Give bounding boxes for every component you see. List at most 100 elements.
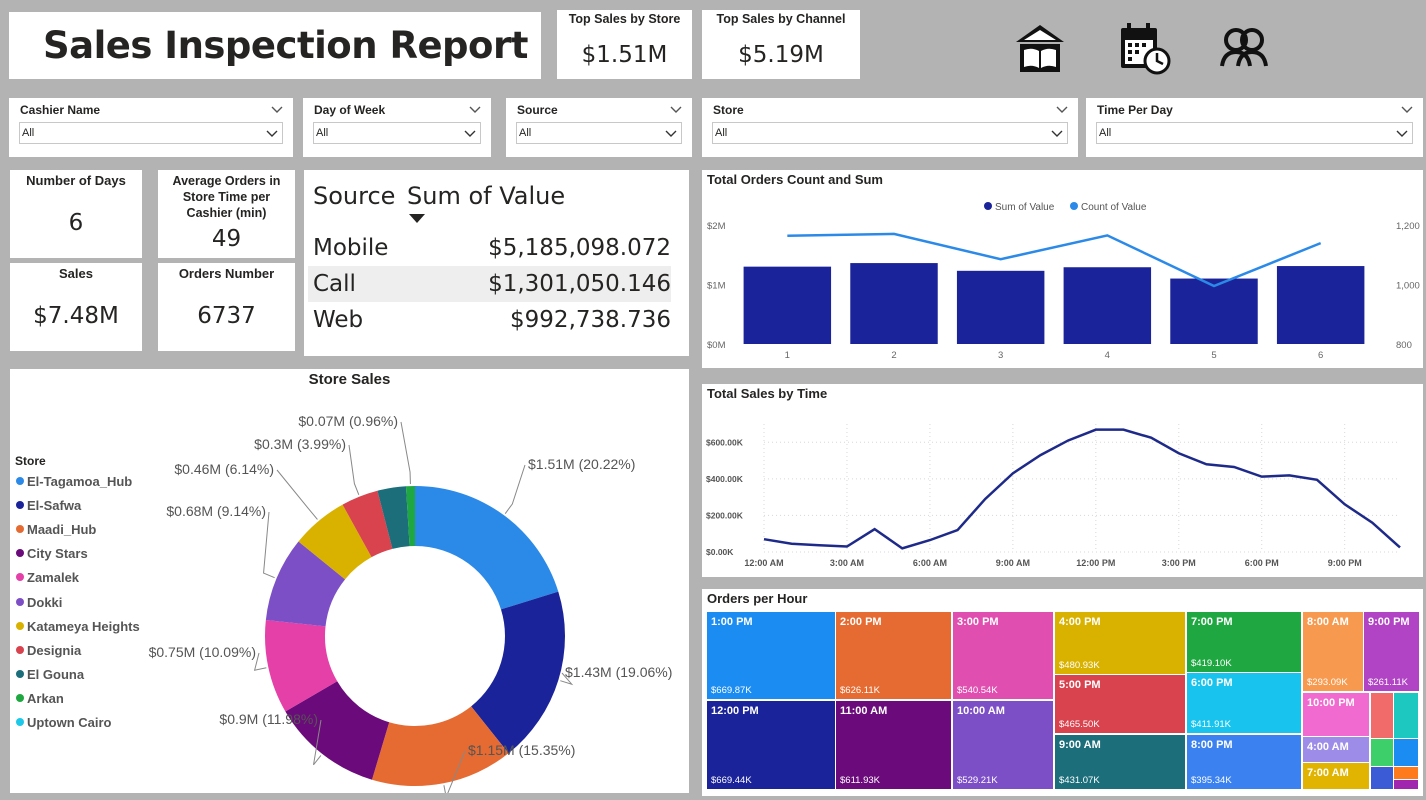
column-header-source[interactable]: Source xyxy=(313,182,395,210)
slicer-dropdown[interactable]: All xyxy=(313,122,481,144)
top-sales-channel-card: Top Sales by Channel $5.19M xyxy=(702,10,860,79)
treemap-cell[interactable] xyxy=(1394,767,1418,779)
sort-desc-icon[interactable] xyxy=(408,213,426,225)
treemap-cell[interactable]: 7:00 AM xyxy=(1303,763,1369,789)
y-tick-label: $600.00K xyxy=(706,437,744,447)
treemap-cell[interactable]: 12:00 PM $669.44K xyxy=(707,701,835,789)
treemap-cell[interactable]: 4:00 PM $480.93K xyxy=(1055,612,1185,674)
table-cell-source: Call xyxy=(313,271,356,297)
slicer-cashier-name[interactable]: Cashier Name All xyxy=(9,98,293,157)
y-tick-label: $0.00K xyxy=(706,547,734,557)
report-title-card: Sales Inspection Report xyxy=(9,12,541,79)
treemap-cell[interactable]: 9:00 AM $431.07K xyxy=(1055,735,1185,789)
treemap-cell[interactable]: 11:00 AM $611.93K xyxy=(836,701,951,789)
treemap-cell-label: 3:00 PM xyxy=(957,616,999,628)
y2-tick-label: 1,200 xyxy=(1396,221,1420,232)
treemap-cell[interactable]: 2:00 PM $626.11K xyxy=(836,612,951,699)
treemap-cell-label: 9:00 PM xyxy=(1368,616,1410,628)
treemap-cell[interactable] xyxy=(1371,739,1393,766)
treemap-cell-label: 7:00 PM xyxy=(1191,616,1233,628)
treemap-cell[interactable]: 9:00 PM $261.11K xyxy=(1364,612,1419,691)
slicer-dropdown[interactable]: All xyxy=(19,122,283,144)
bar xyxy=(743,266,832,344)
slicer-value: All xyxy=(22,127,35,139)
treemap-cell-label: 6:00 PM xyxy=(1191,677,1233,689)
slicer-label: Day of Week xyxy=(314,103,386,117)
treemap-cell-label: 4:00 PM xyxy=(1059,616,1101,628)
leader-line xyxy=(400,421,411,485)
x-tick-label: 5 xyxy=(1211,350,1216,361)
treemap-cell[interactable]: 8:00 PM $395.34K xyxy=(1187,735,1301,789)
calendar-clock-icon[interactable] xyxy=(1116,20,1172,76)
combo-chart-svg[interactable]: Sum of Value Count of Value $0M $1M $2M 800 1,… xyxy=(702,170,1423,368)
treemap-cell[interactable]: 5:00 PM $465.50K xyxy=(1055,675,1185,733)
treemap-cell[interactable]: 7:00 PM $419.10K xyxy=(1187,612,1301,672)
treemap-cell[interactable]: 10:00 AM $529.21K xyxy=(953,701,1053,789)
top-sales-store-value: $1.51M xyxy=(581,42,668,68)
treemap-cell[interactable]: 1:00 PM $669.87K xyxy=(707,612,835,699)
kpi-label: Sales xyxy=(59,266,93,281)
home-book-icon[interactable] xyxy=(1012,20,1068,76)
slicer-value: All xyxy=(316,127,329,139)
treemap-cell[interactable] xyxy=(1394,739,1418,766)
donut-slice xyxy=(415,486,559,610)
treemap-cell-value: $395.34K xyxy=(1191,775,1232,786)
treemap-cell-value: $669.87K xyxy=(711,685,752,696)
y-tick-label: $2M xyxy=(707,221,726,232)
treemap-cell[interactable] xyxy=(1371,767,1393,789)
slicer-label: Store xyxy=(713,103,744,117)
treemap-cell[interactable]: 6:00 PM $411.91K xyxy=(1187,673,1301,733)
chevron-down-icon[interactable] xyxy=(1401,103,1413,115)
data-label: $0.75M (10.09%) xyxy=(149,644,256,660)
treemap-cell[interactable]: 3:00 PM $540.54K xyxy=(953,612,1053,699)
data-label: $0.46M (6.14%) xyxy=(174,461,274,477)
slicer-source[interactable]: Source All xyxy=(506,98,692,157)
kpi-sales: Sales $7.48M xyxy=(10,263,142,351)
slicer-value: All xyxy=(715,127,728,139)
slicer-day-of-week[interactable]: Day of Week All xyxy=(303,98,491,157)
chevron-down-icon[interactable] xyxy=(670,103,682,115)
slicer-value: All xyxy=(1099,127,1112,139)
top-sales-store-card: Top Sales by Store $1.51M xyxy=(557,10,692,79)
data-label: $1.43M (19.06%) xyxy=(565,664,672,680)
treemap-cell[interactable] xyxy=(1394,780,1418,789)
treemap-cell[interactable]: 10:00 PM xyxy=(1303,693,1369,736)
kpi-number-of-days: Number of Days 6 xyxy=(10,170,142,258)
treemap-cell-value: $261.11K xyxy=(1368,677,1408,688)
kpi-value: $7.48M xyxy=(33,303,119,329)
treemap-cell-label: 8:00 PM xyxy=(1191,739,1233,751)
slicer-dropdown[interactable]: All xyxy=(516,122,682,144)
slicer-store[interactable]: Store All xyxy=(702,98,1078,157)
treemap-cell-value: $431.07K xyxy=(1059,775,1100,786)
x-tick-label: 3 xyxy=(998,350,1003,361)
kpi-label: Number of Days xyxy=(26,173,126,188)
slicer-dropdown[interactable]: All xyxy=(1096,122,1413,144)
data-label: $0.3M (3.99%) xyxy=(254,436,346,452)
donut-chart[interactable]: $1.51M (20.22%) $1.43M (19.06%) $1.15M (15… xyxy=(10,369,689,793)
x-tick-label: 12:00 PM xyxy=(1076,558,1115,568)
slicer-dropdown[interactable]: All xyxy=(712,122,1068,144)
legend-marker-count xyxy=(1070,202,1078,210)
x-tick-label: 2 xyxy=(891,350,896,361)
bar xyxy=(956,270,1045,344)
slicer-time-per-day[interactable]: Time Per Day All xyxy=(1086,98,1423,157)
treemap-cell[interactable]: 8:00 AM $293.09K xyxy=(1303,612,1363,691)
users-icon[interactable] xyxy=(1216,20,1272,76)
bar xyxy=(1170,278,1258,344)
treemap-cell-label: 11:00 AM xyxy=(840,705,888,717)
treemap-cell[interactable] xyxy=(1371,693,1393,738)
bar xyxy=(1276,266,1365,344)
line-chart-svg[interactable]: $0.00K $200.00K $400.00K $600.00K 12:00 AM 3:… xyxy=(702,384,1423,577)
chevron-down-icon[interactable] xyxy=(271,103,283,115)
chevron-down-icon[interactable] xyxy=(1056,103,1068,115)
table-cell-value: $5,185,098.072 xyxy=(488,235,671,261)
table-row: Mobile $5,185,098.072 xyxy=(308,230,671,266)
leader-line xyxy=(348,444,360,495)
slicer-value: All xyxy=(519,127,532,139)
chevron-down-icon[interactable] xyxy=(469,103,481,115)
data-label: $0.07M (0.96%) xyxy=(298,413,398,429)
treemap-cell[interactable]: 4:00 AM xyxy=(1303,737,1369,762)
treemap-cell[interactable] xyxy=(1394,693,1418,738)
column-header-sum-of-value[interactable]: Sum of Value xyxy=(407,182,565,210)
y2-tick-label: 1,000 xyxy=(1396,281,1420,292)
